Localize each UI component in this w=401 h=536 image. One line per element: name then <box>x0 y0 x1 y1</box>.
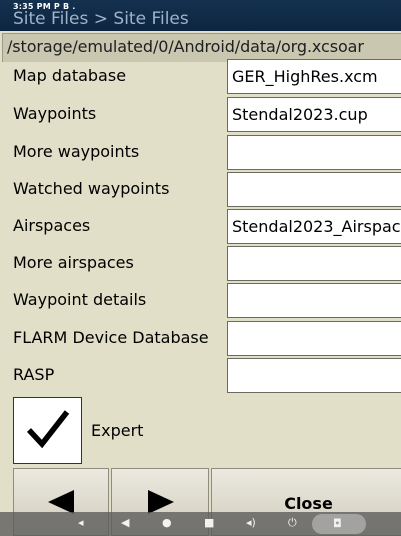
close-button-label: Close <box>284 494 333 513</box>
map-database-field[interactable]: GER_HighRes.xcm <box>227 59 401 94</box>
back-icon[interactable]: ◀ <box>121 516 129 530</box>
row-label: Waypoint details <box>13 290 147 309</box>
screenshot-icon: ◘ <box>333 517 342 530</box>
row-airspaces: Airspaces Stendal2023_Airspace <box>0 208 401 245</box>
row-label: More waypoints <box>13 142 140 161</box>
waypoint-details-field[interactable] <box>227 283 401 318</box>
path-text: /storage/emulated/0/Android/data/org.xcs… <box>7 37 364 56</box>
airspaces-field[interactable]: Stendal2023_Airspace <box>227 209 401 244</box>
row-label: More airspaces <box>13 253 134 272</box>
home-icon[interactable]: ● <box>162 516 172 530</box>
row-rasp: RASP <box>0 357 401 394</box>
row-waypoints: Waypoints Stendal2023.cup <box>0 96 401 133</box>
volume-up-icon[interactable]: ◂) <box>246 516 256 530</box>
expert-checkbox[interactable] <box>13 397 82 464</box>
title-bar: Site Files > Site Files 3:35 PM P B . <box>0 0 401 31</box>
field-value: Stendal2023_Airspace <box>232 217 401 236</box>
field-value: GER_HighRes.xcm <box>232 67 378 86</box>
row-flarm-database: FLARM Device Database <box>0 320 401 357</box>
checkmark-icon <box>26 410 70 449</box>
rasp-field[interactable] <box>227 358 401 393</box>
field-value: Stendal2023.cup <box>232 105 368 124</box>
power-icon[interactable]: ⏻ <box>288 516 297 530</box>
screenshot-button[interactable]: ◘ <box>312 514 366 534</box>
row-label: Map database <box>13 66 127 85</box>
row-label: Airspaces <box>13 216 91 235</box>
row-label: Watched waypoints <box>13 179 170 198</box>
volume-down-icon[interactable]: ◂ <box>78 516 84 530</box>
row-waypoint-details: Waypoint details <box>0 282 401 319</box>
row-label: RASP <box>13 365 55 384</box>
row-label: Waypoints <box>13 104 97 123</box>
waypoints-field[interactable]: Stendal2023.cup <box>227 97 401 132</box>
more-airspaces-field[interactable] <box>227 246 401 281</box>
row-more-airspaces: More airspaces <box>0 245 401 282</box>
status-bar-text: 3:35 PM P B . <box>13 2 76 11</box>
expert-label[interactable]: Expert <box>91 421 143 440</box>
row-watched-waypoints: Watched waypoints <box>0 171 401 208</box>
row-map-database: Map database GER_HighRes.xcm <box>0 58 401 95</box>
row-more-waypoints: More waypoints <box>0 134 401 171</box>
android-navigation-bar: ◂ ◀ ● ■ ◂) ⏻ ◘ <box>0 512 401 536</box>
more-waypoints-field[interactable] <box>227 135 401 170</box>
watched-waypoints-field[interactable] <box>227 172 401 207</box>
flarm-database-field[interactable] <box>227 321 401 356</box>
row-label: FLARM Device Database <box>13 328 209 347</box>
recents-icon[interactable]: ■ <box>204 516 214 530</box>
